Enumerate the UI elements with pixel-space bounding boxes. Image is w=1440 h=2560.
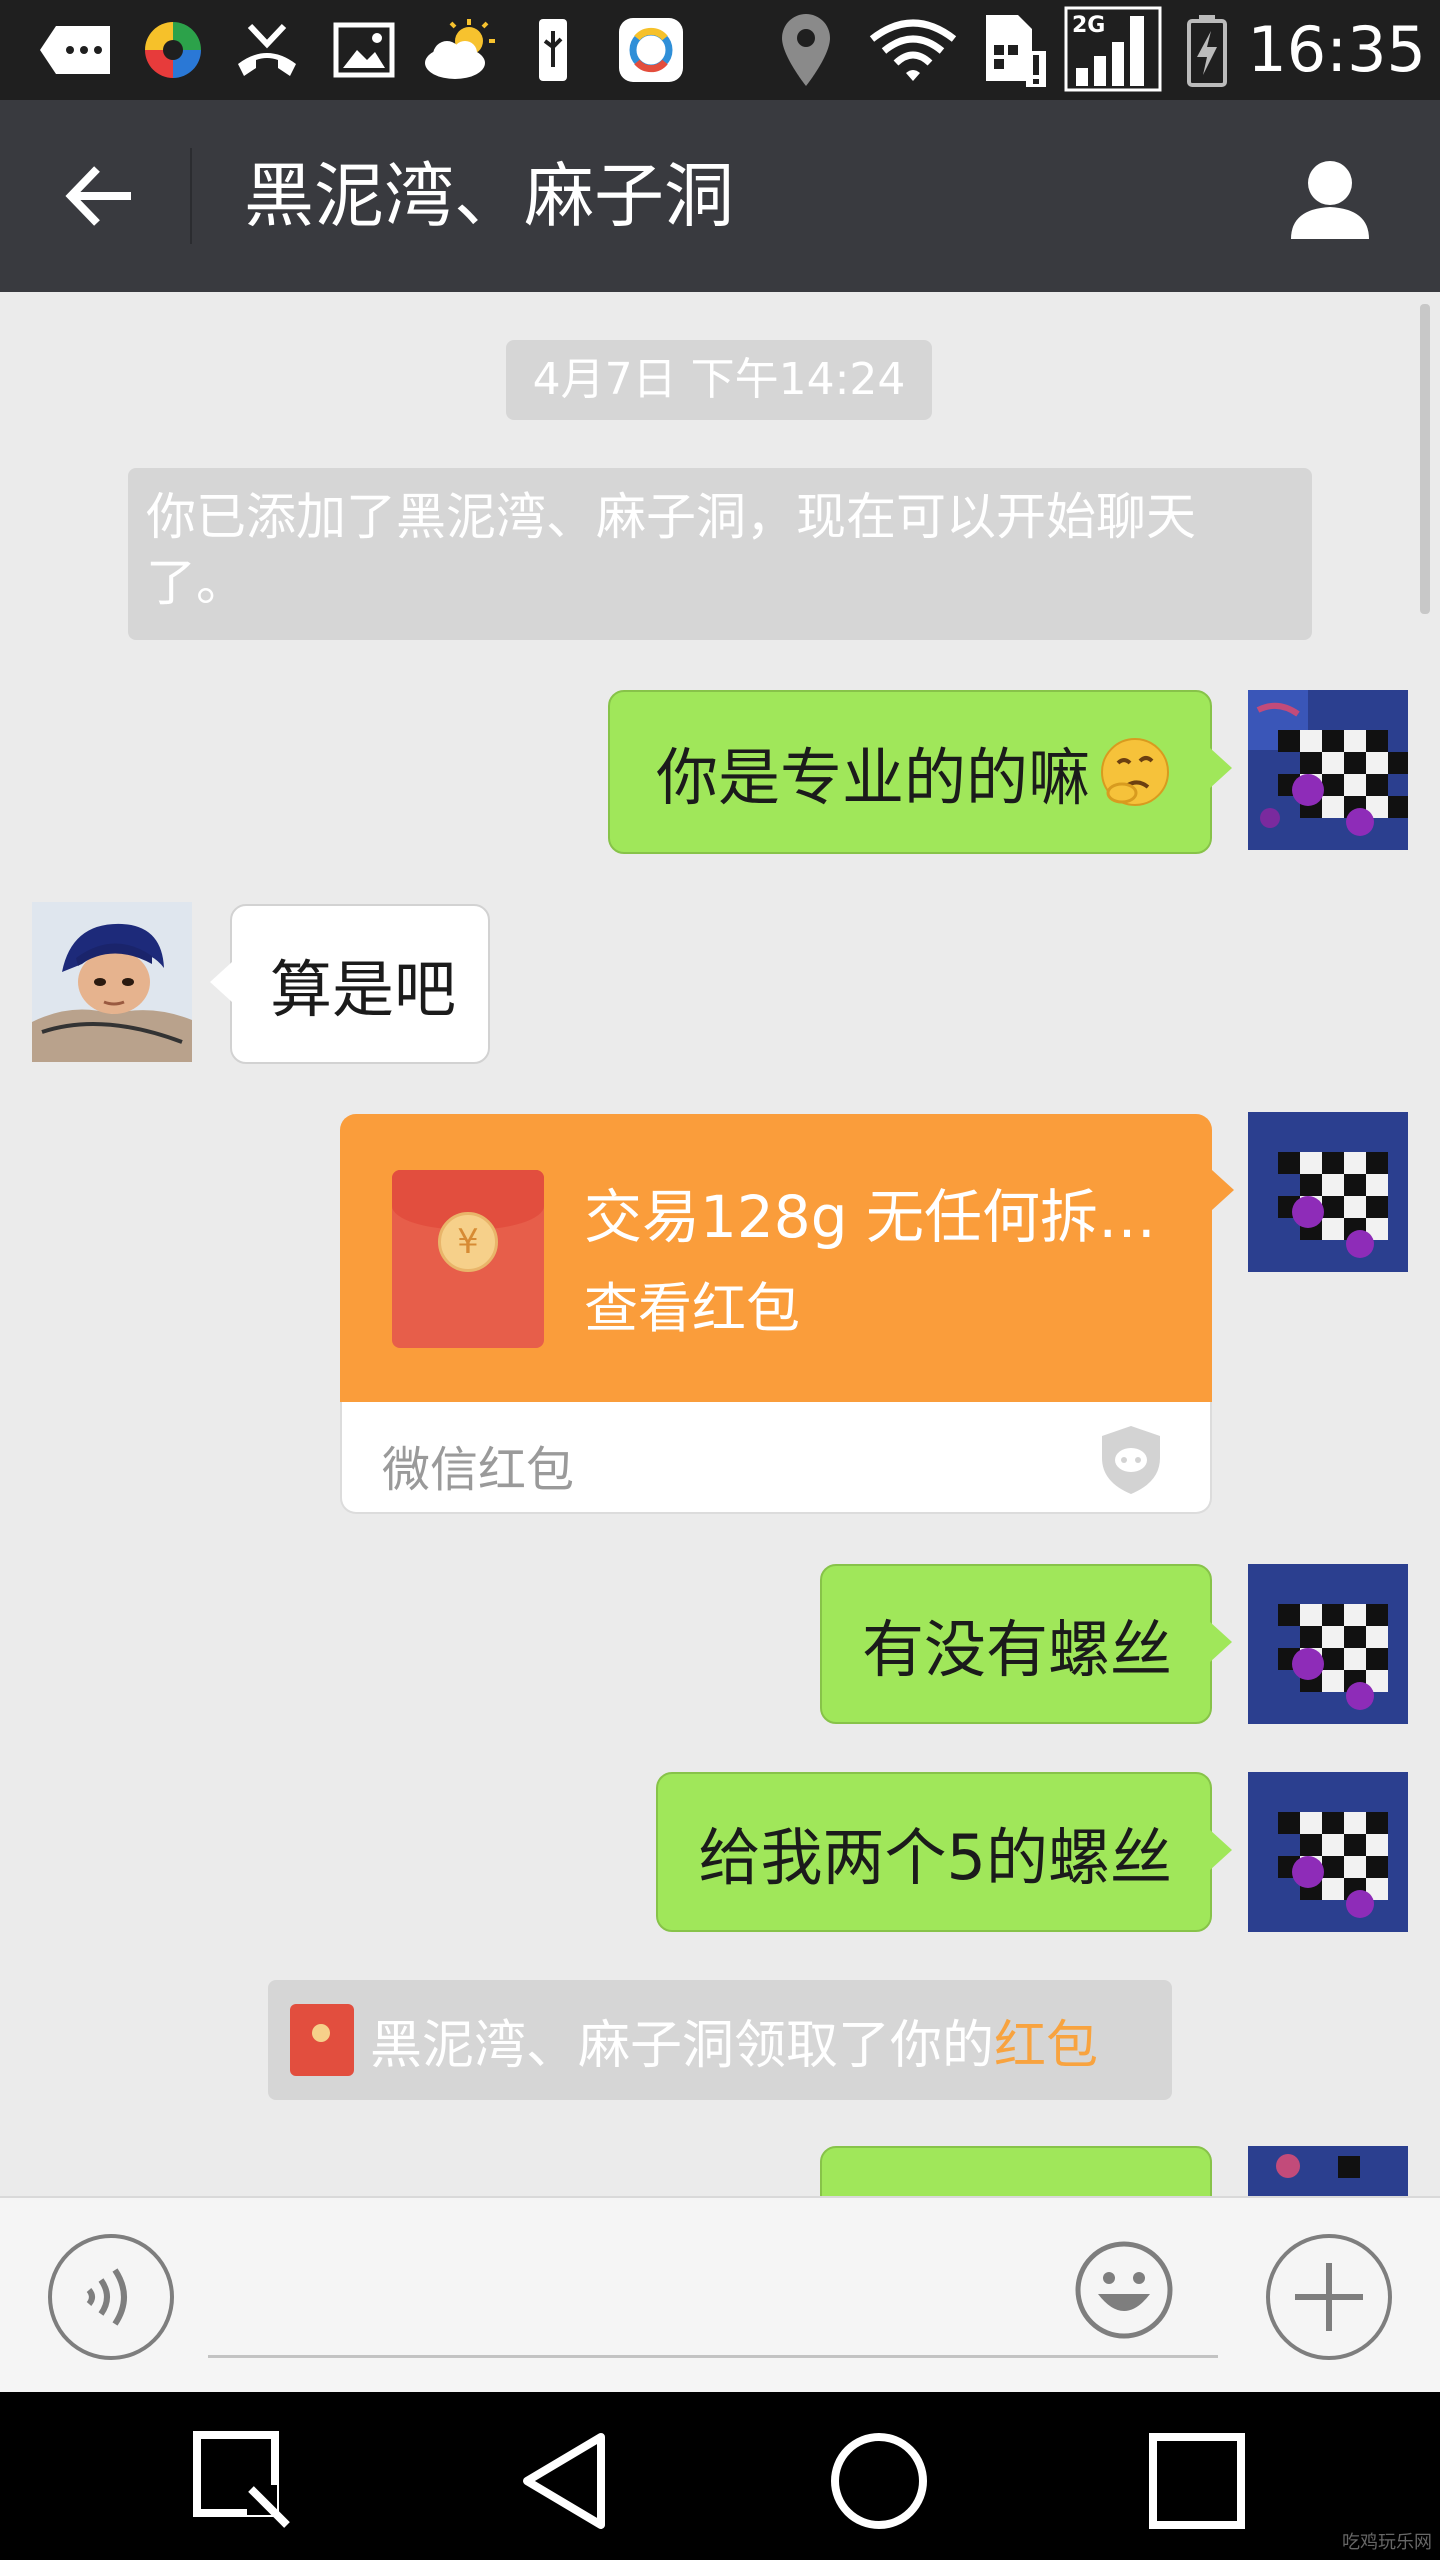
message-text: 有没有螺丝 bbox=[861, 1613, 1172, 1686]
avatar-me[interactable] bbox=[1248, 1564, 1408, 1724]
message-bubble-sent[interactable]: 你是专业的的嘛 bbox=[608, 690, 1232, 854]
home-circle-icon bbox=[831, 2433, 927, 2529]
red-packet-title: 交易128g 无任何拆… bbox=[584, 1183, 1156, 1251]
back-button[interactable] bbox=[50, 146, 150, 246]
message-bubble-sent[interactable]: 给我两个5的螺丝 bbox=[656, 1772, 1232, 1932]
profile-button[interactable] bbox=[1280, 150, 1380, 250]
signal-icon: 2G bbox=[1064, 6, 1164, 92]
person-icon bbox=[1291, 161, 1369, 239]
search-icon bbox=[193, 2431, 290, 2528]
home-nav-button[interactable] bbox=[824, 2426, 934, 2536]
missed-call-icon bbox=[232, 16, 302, 84]
red-packet-brand: 微信红包 bbox=[382, 1442, 575, 1498]
chat-timestamp: 4月7日 下午14:24 bbox=[506, 340, 932, 420]
chat-message-list[interactable]: 4月7日 下午14:24 你已添加了黑泥湾、麻子洞，现在可以开始聊天了。 你是专… bbox=[0, 292, 1440, 2196]
avatar-me-partial[interactable] bbox=[1248, 2146, 1408, 2196]
message-text: 算是吧 bbox=[270, 953, 457, 1026]
thinking-face-emoji bbox=[1098, 735, 1172, 809]
red-packet-link[interactable]: 红包 bbox=[994, 2003, 1098, 2078]
usb-icon bbox=[528, 16, 578, 84]
chat-header: 黑泥湾、麻子洞 bbox=[0, 100, 1440, 292]
wifi-icon bbox=[868, 16, 958, 84]
back-triangle-icon bbox=[523, 2433, 605, 2529]
scrollbar[interactable] bbox=[1420, 304, 1430, 614]
message-bubble-sent-partial[interactable] bbox=[820, 2146, 1212, 2196]
message-input-bar bbox=[0, 2196, 1440, 2392]
avatar-me[interactable] bbox=[1248, 1112, 1408, 1272]
battery-charging-icon bbox=[1184, 15, 1230, 87]
recents-nav-button[interactable] bbox=[1142, 2426, 1252, 2536]
red-packet-card[interactable]: ¥ 交易128g 无任何拆… 查看红包 bbox=[340, 1114, 1234, 1402]
red-packet-footer[interactable]: 微信红包 bbox=[340, 1402, 1212, 1514]
sim-alert-icon bbox=[982, 15, 1048, 87]
gallery-icon bbox=[332, 16, 396, 84]
weather-icon bbox=[420, 16, 500, 84]
red-envelope-icon: ¥ bbox=[392, 1170, 544, 1348]
message-text: 你是专业的的嘛 bbox=[655, 741, 1090, 814]
location-icon bbox=[778, 14, 834, 86]
message-bubble-sent[interactable]: 有没有螺丝 bbox=[820, 1564, 1232, 1724]
voice-icon bbox=[86, 2268, 127, 2326]
recents-square-icon bbox=[1149, 2433, 1245, 2529]
app-icon bbox=[140, 16, 206, 84]
search-nav-button[interactable] bbox=[188, 2426, 298, 2536]
emoji-button[interactable] bbox=[1074, 2240, 1174, 2340]
message-bubble-received[interactable]: 算是吧 bbox=[210, 904, 490, 1064]
avatar-contact[interactable] bbox=[32, 902, 192, 1062]
more-icon bbox=[38, 16, 114, 84]
message-text: 给我两个5的螺丝 bbox=[698, 1821, 1172, 1894]
header-divider bbox=[190, 148, 192, 244]
red-packet-action: 查看红包 bbox=[584, 1277, 800, 1340]
status-bar: 2G 16:35 bbox=[0, 0, 1440, 100]
arrow-left-icon bbox=[65, 166, 131, 226]
receipt-text: 黑泥湾、麻子洞领取了你的 bbox=[370, 2015, 995, 2076]
plus-icon bbox=[1295, 2263, 1363, 2331]
red-packet-receipt: 黑泥湾、麻子洞领取了你的 红包 bbox=[268, 1980, 1172, 2100]
status-time: 16:35 bbox=[1247, 13, 1426, 86]
shield-icon bbox=[1098, 1424, 1164, 1496]
watermark: 吃鸡玩乐网 bbox=[1342, 2532, 1432, 2553]
browser-icon bbox=[616, 16, 686, 84]
avatar-me[interactable] bbox=[1248, 1772, 1408, 1932]
system-message: 你已添加了黑泥湾、麻子洞，现在可以开始聊天了。 bbox=[128, 468, 1312, 640]
system-nav-bar: 吃鸡玩乐网 bbox=[0, 2392, 1440, 2560]
svg-text:2G: 2G bbox=[1072, 13, 1105, 38]
back-nav-button[interactable] bbox=[508, 2426, 618, 2536]
avatar-me[interactable] bbox=[1248, 690, 1408, 850]
voice-button[interactable] bbox=[48, 2234, 174, 2360]
more-actions-button[interactable] bbox=[1266, 2234, 1392, 2360]
message-input[interactable] bbox=[208, 2228, 1218, 2358]
chat-title: 黑泥湾、麻子洞 bbox=[244, 155, 734, 237]
red-packet-icon bbox=[290, 2004, 354, 2076]
smiley-icon bbox=[1075, 2241, 1173, 2339]
